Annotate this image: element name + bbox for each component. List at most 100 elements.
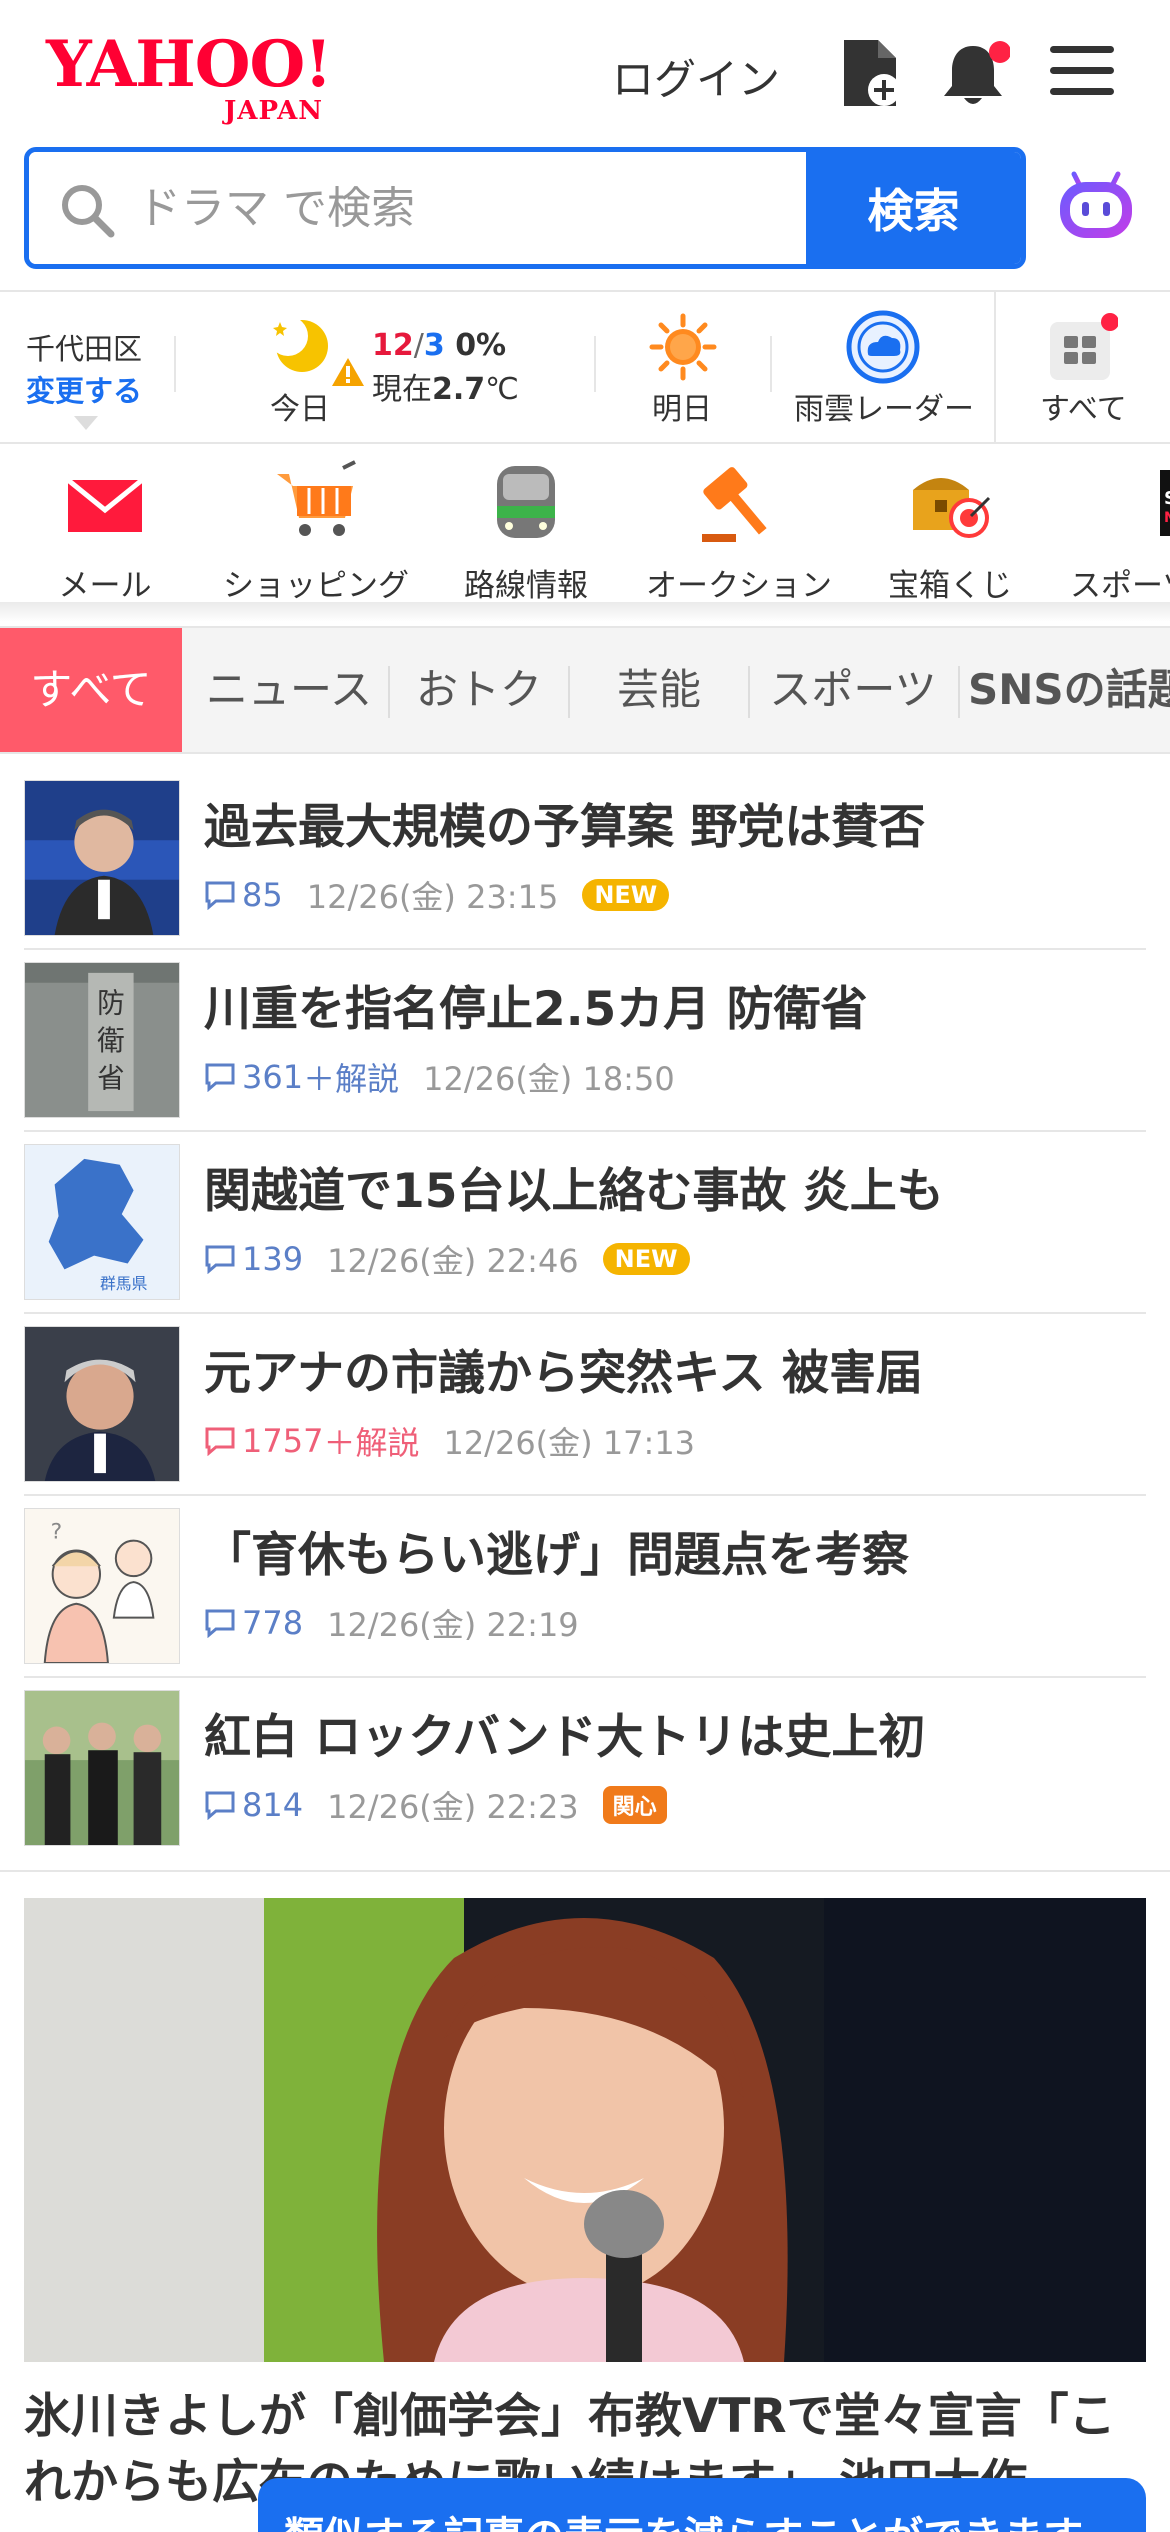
login-link[interactable]: ログイン	[612, 46, 780, 107]
feature-image[interactable]	[24, 1898, 1146, 2362]
document-add-icon[interactable]	[838, 36, 908, 110]
ai-assistant-icon[interactable]	[1054, 164, 1138, 248]
now-prefix: 現在	[372, 372, 432, 407]
news-item[interactable]: 元アナの市議から突然キス 被害届 1757 ＋解説 12/26(金) 17:13	[24, 1314, 1146, 1496]
commentary-label: ＋解説	[323, 1424, 420, 1462]
news-title[interactable]: 関越道で15台以上絡む事故 炎上も	[204, 1152, 944, 1221]
tab-deals[interactable]: おトク	[390, 628, 568, 752]
svg-text:NAV: NAV	[1164, 510, 1170, 526]
train-icon	[497, 466, 555, 538]
now-temp: 2.7	[432, 372, 486, 407]
moon-icon[interactable]	[266, 312, 332, 378]
gavel-icon	[702, 467, 767, 542]
area-selector[interactable]: 千代田区 変更する	[26, 326, 166, 410]
news-item[interactable]: 群馬県 関越道で15台以上絡む事故 炎上も 139 12/26(金) 22:46…	[24, 1132, 1146, 1314]
comment-icon	[205, 1791, 235, 1820]
service-mail[interactable]: メール	[40, 460, 170, 604]
category-tabs: すべて ニュース おトク 芸能 スポーツ SNSの話題	[0, 626, 1170, 754]
notification-bell-icon[interactable]	[940, 36, 1010, 110]
weather-bar: 千代田区 変更する 今日 12/3 0% 現在2.7℃ 明日 雨雲レーダー すべ…	[0, 292, 1170, 442]
service-label: スポーツ	[1070, 568, 1170, 604]
service-auction[interactable]: オークション	[646, 460, 832, 604]
tab-entertainment[interactable]: 芸能	[570, 628, 748, 752]
comment-icon	[205, 1427, 235, 1456]
sun-icon[interactable]	[648, 312, 718, 382]
all-services-label[interactable]: すべて	[1040, 384, 1127, 428]
news-meta: 139 12/26(金) 22:46 NEW	[204, 1236, 690, 1282]
tomorrow-label[interactable]: 明日	[652, 384, 712, 428]
comment-count: 139	[242, 1240, 304, 1278]
tab-sns[interactable]: SNSの話題	[968, 628, 1170, 752]
tab-all[interactable]: すべて	[0, 628, 182, 752]
divider	[0, 1870, 1170, 1872]
interest-badge: 関心	[602, 1786, 667, 1824]
header: YAHOO! JAPAN ログイン	[0, 0, 1170, 145]
news-date: 12/26(金) 17:13	[443, 1424, 696, 1462]
thumb-sign-3: 省	[97, 1061, 125, 1094]
comment-count: 1757	[242, 1422, 324, 1460]
thumb-sign-1: 防	[97, 986, 125, 1019]
rain-radar-icon[interactable]	[844, 308, 922, 386]
area-name: 千代田区	[26, 332, 143, 366]
divider	[958, 666, 960, 718]
news-date: 12/26(金) 23:15	[306, 878, 559, 916]
news-title[interactable]: 川重を指名停止2.5カ月 防衛省	[204, 970, 868, 1039]
area-change-link[interactable]: 変更する	[26, 368, 166, 410]
tab-news[interactable]: ニュース	[192, 628, 386, 752]
news-title[interactable]: 「育休もらい逃げ」問題点を考察	[204, 1516, 909, 1585]
search-input[interactable]	[29, 152, 806, 264]
service-lottery[interactable]: 宝箱くじ	[882, 460, 1018, 604]
news-item[interactable]: 紅白 ロックバンド大トリは史上初 814 12/26(金) 22:23 関心	[24, 1678, 1146, 1860]
news-item[interactable]: 防 衛 省 川重を指名停止2.5カ月 防衛省 361 ＋解説 12/26(金) …	[24, 950, 1146, 1132]
search-bar: 検索	[24, 147, 1026, 269]
current-temperature: 現在2.7℃	[372, 364, 519, 408]
grid-icon[interactable]	[1048, 312, 1118, 382]
section-shadow	[0, 602, 1170, 622]
new-badge: NEW	[582, 879, 670, 911]
news-date: 12/26(金) 18:50	[423, 1060, 675, 1098]
news-item[interactable]: ? 「育休もらい逃げ」問題点を考察 778 12/26(金) 22:19	[24, 1496, 1146, 1678]
hamburger-menu-icon[interactable]	[1050, 46, 1114, 98]
news-date: 12/26(金) 22:19	[327, 1606, 579, 1644]
service-label: メール	[58, 568, 152, 604]
search-icon	[62, 185, 115, 238]
news-thumbnail: 防 衛 省	[24, 962, 180, 1118]
comment-icon	[205, 1245, 235, 1274]
news-thumbnail	[24, 780, 180, 936]
divider	[174, 336, 176, 392]
service-shortcuts: メール ショッピング 路線情報 オークション 宝箱くじ N スポー	[0, 444, 1170, 604]
service-label: ショッピング	[223, 568, 409, 604]
svg-text:SPO: SPO	[1164, 488, 1170, 509]
news-title[interactable]: 過去最大規模の予算案 野党は賛否	[204, 788, 925, 857]
mail-icon	[66, 478, 144, 532]
service-sports[interactable]: SPO NAV スポーツ	[1068, 460, 1170, 604]
warning-icon[interactable]	[330, 356, 366, 388]
divider	[994, 292, 996, 442]
news-title[interactable]: 紅白 ロックバンド大トリは史上初	[204, 1698, 925, 1767]
service-shopping[interactable]: ショッピング	[218, 460, 414, 604]
toast-banner[interactable]: 類似する記事の表示を減らすことができます	[258, 2478, 1146, 2532]
service-route[interactable]: 路線情報	[456, 460, 596, 604]
comment-icon	[205, 881, 235, 910]
comment-count: 85	[242, 876, 283, 914]
thumb-map-label: 群馬県	[100, 1274, 148, 1293]
news-meta: 361 ＋解説 12/26(金) 18:50	[204, 1054, 675, 1100]
yahoo-japan-logo[interactable]: YAHOO! JAPAN	[46, 27, 366, 127]
news-title[interactable]: 元アナの市議から突然キス 被害届	[204, 1334, 923, 1403]
news-thumbnail	[24, 1690, 180, 1846]
commentary-label: ＋解説	[303, 1060, 400, 1098]
news-thumbnail: 群馬県	[24, 1144, 180, 1300]
high-temp: 12	[372, 328, 414, 363]
logo-text: YAHOO!	[46, 27, 332, 102]
logo-subtext: JAPAN	[224, 96, 324, 126]
rain-radar-label[interactable]: 雨雲レーダー	[794, 384, 974, 428]
news-thumbnail: ?	[24, 1508, 180, 1664]
news-item[interactable]: 過去最大規模の予算案 野党は賛否 85 12/26(金) 23:15 NEW	[24, 768, 1146, 950]
tab-sports[interactable]: スポーツ	[750, 628, 956, 752]
news-meta: 1757 ＋解説 12/26(金) 17:13	[204, 1418, 695, 1464]
search-button[interactable]: 検索	[806, 152, 1021, 264]
area-pointer	[74, 416, 98, 430]
comment-icon	[205, 1063, 235, 1092]
comment-count: 361	[242, 1058, 304, 1096]
service-label: 路線情報	[464, 568, 588, 604]
